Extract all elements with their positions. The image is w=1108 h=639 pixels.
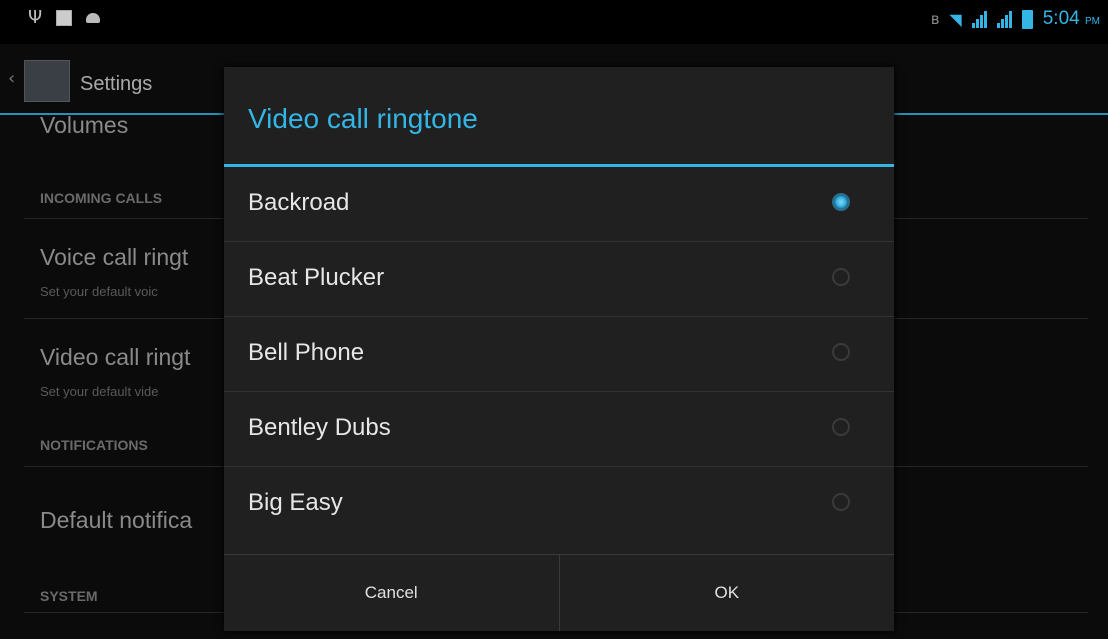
dialog-button-bar: Cancel OK bbox=[224, 555, 894, 631]
radio-button-icon[interactable] bbox=[832, 493, 850, 511]
action-bar-title: Settings bbox=[80, 73, 153, 95]
radio-button-icon[interactable] bbox=[832, 268, 850, 286]
system-header: SYSTEM bbox=[40, 588, 98, 604]
status-bar: Ψ ʙ ◥ 5:04 PM bbox=[0, 0, 1108, 44]
wifi-icon: ◥ bbox=[949, 9, 962, 29]
usb-icon: Ψ bbox=[28, 7, 43, 28]
radio-button-icon[interactable] bbox=[832, 418, 850, 436]
radio-button-checked-icon[interactable] bbox=[832, 193, 850, 211]
ringtone-option[interactable]: Beat Plucker bbox=[224, 242, 894, 317]
ringtone-picker-dialog: Video call ringtone Backroad Beat Plucke… bbox=[224, 67, 894, 631]
system-icons: ʙ ◥ 5:04 PM bbox=[931, 8, 1100, 30]
back-caret-icon[interactable]: ‹ bbox=[8, 68, 15, 89]
ringtone-option-label: Big Easy bbox=[248, 489, 343, 516]
signal-icon bbox=[971, 10, 987, 28]
dialog-title: Video call ringtone bbox=[248, 103, 478, 134]
ringtone-option-label: Bell Phone bbox=[248, 339, 365, 366]
ringtone-option[interactable]: Backroad bbox=[224, 167, 894, 242]
notification-icons: Ψ bbox=[28, 7, 101, 28]
clock: 5:04 PM bbox=[1042, 8, 1100, 29]
bluetooth-icon: ʙ bbox=[930, 10, 940, 28]
video-call-ringtone-summary: Set your default vide bbox=[40, 384, 159, 399]
video-call-ringtone-title[interactable]: Video call ringt bbox=[40, 344, 190, 371]
ringtone-option-label: Beat Plucker bbox=[248, 264, 385, 291]
notifications-header: NOTIFICATIONS bbox=[40, 437, 148, 453]
android-debug-icon bbox=[86, 13, 101, 23]
ringtone-list: Backroad Beat Plucker Bell Phone Bentley… bbox=[224, 167, 894, 541]
image-icon bbox=[56, 10, 73, 26]
ok-button[interactable]: OK bbox=[558, 555, 895, 631]
settings-app-icon[interactable] bbox=[24, 60, 70, 102]
voice-call-ringtone-title[interactable]: Voice call ringt bbox=[40, 244, 188, 271]
ringtone-option[interactable]: Bell Phone bbox=[224, 317, 894, 392]
ringtone-option[interactable]: Big Easy bbox=[224, 467, 894, 541]
volumes-item[interactable]: Volumes bbox=[40, 112, 128, 139]
ringtone-option[interactable]: Bentley Dubs bbox=[224, 392, 894, 467]
ringtone-option-label: Backroad bbox=[248, 189, 350, 216]
cancel-button[interactable]: Cancel bbox=[224, 555, 559, 631]
incoming-calls-header: INCOMING CALLS bbox=[40, 190, 163, 206]
battery-icon bbox=[1021, 9, 1033, 29]
voice-call-ringtone-summary: Set your default voic bbox=[40, 284, 158, 299]
ringtone-option-label: Bentley Dubs bbox=[248, 414, 391, 441]
signal-icon bbox=[996, 10, 1012, 28]
default-notification-title[interactable]: Default notifica bbox=[40, 507, 192, 534]
radio-button-icon[interactable] bbox=[832, 343, 850, 361]
